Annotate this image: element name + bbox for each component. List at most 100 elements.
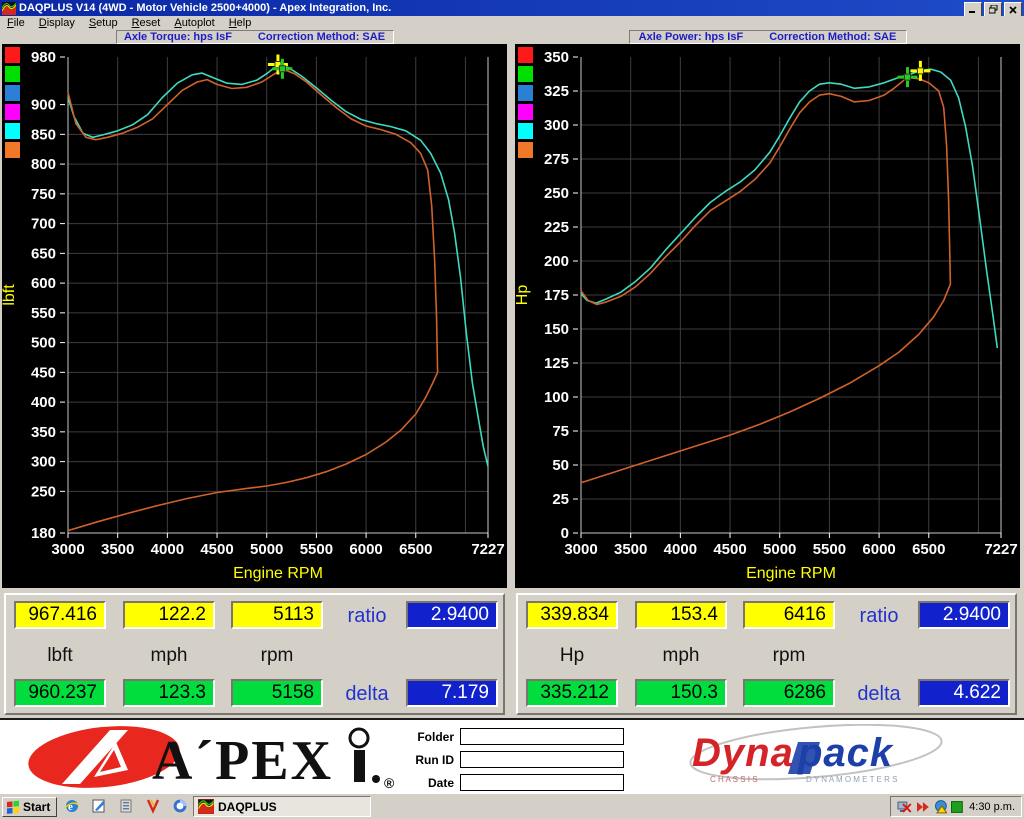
menu-file[interactable]: File bbox=[0, 17, 32, 29]
y-tick-label: 250 bbox=[544, 185, 569, 202]
x-tick-label: 3000 bbox=[51, 541, 84, 558]
x-tick-label: 4500 bbox=[713, 541, 746, 558]
start-button[interactable]: Start bbox=[2, 797, 57, 817]
dynapack-word-pack: pack bbox=[797, 731, 894, 775]
folder-field-row: Folder bbox=[404, 728, 624, 745]
update-warning-icon[interactable] bbox=[934, 800, 948, 814]
legend-swatch-1[interactable] bbox=[518, 66, 533, 82]
system-tray: 4:30 p.m. bbox=[890, 796, 1022, 817]
status-green-icon[interactable] bbox=[951, 801, 963, 813]
torque-correction-method: Correction Method: SAE bbox=[258, 31, 385, 43]
legend-swatch-0[interactable] bbox=[5, 47, 20, 63]
x-tick-label: 6500 bbox=[399, 541, 432, 558]
torque-max-value: 967.416 bbox=[14, 601, 106, 629]
y-tick-label: 225 bbox=[544, 219, 569, 236]
folder-label: Folder bbox=[404, 730, 454, 744]
y-tick-label: 180 bbox=[31, 525, 56, 542]
dynapack-sub-dynamometers: D Y N A M O M E T E R S bbox=[806, 775, 897, 784]
torque-chart-title: Axle Torque: hps IsF bbox=[124, 31, 232, 43]
y-tick-label: 500 bbox=[31, 335, 56, 352]
legend-swatch-0[interactable] bbox=[518, 47, 533, 63]
power-unit-label: Hp bbox=[526, 645, 618, 667]
messenger-icon[interactable] bbox=[172, 798, 188, 814]
outlook-express-icon[interactable] bbox=[91, 798, 107, 814]
y-tick-label: 150 bbox=[544, 321, 569, 338]
y-tick-label: 175 bbox=[544, 287, 569, 304]
y-tick-label: 100 bbox=[544, 389, 569, 406]
x-tick-label: 7227 bbox=[471, 541, 504, 558]
menu-bar: FileDisplaySetupResetAutoplotHelp bbox=[0, 16, 1024, 30]
notes-document-icon[interactable] bbox=[118, 798, 134, 814]
x-tick-label: 5000 bbox=[250, 541, 283, 558]
series-corrected-power bbox=[581, 69, 997, 348]
legend-swatch-1[interactable] bbox=[5, 66, 20, 82]
legend-swatch-3[interactable] bbox=[5, 104, 20, 120]
menu-help[interactable]: Help bbox=[222, 17, 259, 29]
dynapack-word-dyna: Dyna bbox=[692, 731, 794, 775]
y-tick-label: 450 bbox=[31, 364, 56, 381]
power-current-mph: 150.3 bbox=[635, 679, 727, 707]
x-tick-label: 3500 bbox=[614, 541, 647, 558]
windows-logo-icon bbox=[6, 800, 20, 814]
close-button[interactable] bbox=[1004, 2, 1022, 17]
x-tick-label: 3000 bbox=[564, 541, 597, 558]
series-run-sweep bbox=[68, 372, 438, 530]
rpm-unit-label: rpm bbox=[231, 645, 323, 667]
torque-readout-panel: 967.416 122.2 5113 ratio 2.9400 lbft mph… bbox=[4, 593, 505, 715]
current-marker-center bbox=[279, 66, 285, 72]
network-disconnected-icon[interactable] bbox=[897, 800, 912, 814]
series-run-sweep bbox=[581, 284, 950, 483]
power-max-mph: 153.4 bbox=[635, 601, 727, 629]
daqplus-app-icon[interactable] bbox=[2, 2, 16, 15]
restore-button[interactable] bbox=[984, 2, 1002, 17]
menu-reset[interactable]: Reset bbox=[125, 17, 168, 29]
x-tick-label: 5500 bbox=[813, 541, 846, 558]
y-tick-label: 400 bbox=[31, 394, 56, 411]
menu-autoplot[interactable]: Autoplot bbox=[167, 17, 221, 29]
legend-swatch-2[interactable] bbox=[5, 85, 20, 101]
window-title: DAQPLUS V14 (4WD - Motor Vehicle 2500+40… bbox=[19, 2, 391, 14]
x-axis-title: Engine RPM bbox=[233, 565, 323, 582]
daqplus-app-icon bbox=[198, 799, 214, 814]
y-tick-label: 800 bbox=[31, 156, 56, 173]
x-tick-label: 4500 bbox=[200, 541, 233, 558]
torque-current-rpm: 5158 bbox=[231, 679, 323, 707]
torque-max-rpm: 5113 bbox=[231, 601, 323, 629]
x-tick-label: 4000 bbox=[664, 541, 697, 558]
chart-area: Axle Torque: hps IsF Correction Method: … bbox=[0, 30, 1024, 588]
legend-swatch-5[interactable] bbox=[518, 142, 533, 158]
folder-input[interactable] bbox=[460, 728, 624, 745]
torque-current-value: 960.237 bbox=[14, 679, 106, 707]
legend-swatch-4[interactable] bbox=[5, 123, 20, 139]
power-plot[interactable]: 3503253002752502252001751501251007550250… bbox=[515, 44, 1020, 588]
daqplus-task-button[interactable]: DAQPLUS bbox=[193, 796, 371, 817]
date-input[interactable] bbox=[460, 774, 624, 791]
torque-plot[interactable]: 9809008508007507006506005505004504003503… bbox=[2, 44, 507, 588]
internet-explorer-icon[interactable]: e bbox=[64, 798, 80, 814]
power-current-rpm: 6286 bbox=[743, 679, 835, 707]
legend-swatch-3[interactable] bbox=[518, 104, 533, 120]
fast-forward-icon[interactable] bbox=[916, 801, 930, 813]
power-max-rpm: 6416 bbox=[743, 601, 835, 629]
taskbar: Start e bbox=[0, 793, 1024, 819]
taskbar-clock[interactable]: 4:30 p.m. bbox=[969, 801, 1015, 813]
y-tick-label: 300 bbox=[31, 454, 56, 471]
menu-display[interactable]: Display bbox=[32, 17, 82, 29]
apex-wordmark: A´PEX bbox=[152, 730, 333, 792]
apex-i-dot bbox=[350, 729, 368, 747]
x-tick-label: 5000 bbox=[763, 541, 796, 558]
y-tick-label: 750 bbox=[31, 186, 56, 203]
delta-value: 4.622 bbox=[918, 679, 1010, 707]
menu-setup[interactable]: Setup bbox=[82, 17, 125, 29]
x-tick-label: 3500 bbox=[101, 541, 134, 558]
series-corrected-torque bbox=[68, 65, 488, 467]
x-tick-label: 6000 bbox=[349, 541, 382, 558]
legend-swatch-2[interactable] bbox=[518, 85, 533, 101]
legend-swatch-5[interactable] bbox=[5, 142, 20, 158]
apex-registered: ® bbox=[384, 775, 395, 791]
legend-swatch-4[interactable] bbox=[518, 123, 533, 139]
media-app-icon[interactable] bbox=[145, 798, 161, 814]
x-tick-label: 7227 bbox=[984, 541, 1017, 558]
minimize-button[interactable] bbox=[964, 2, 982, 17]
runid-input[interactable] bbox=[460, 751, 624, 768]
